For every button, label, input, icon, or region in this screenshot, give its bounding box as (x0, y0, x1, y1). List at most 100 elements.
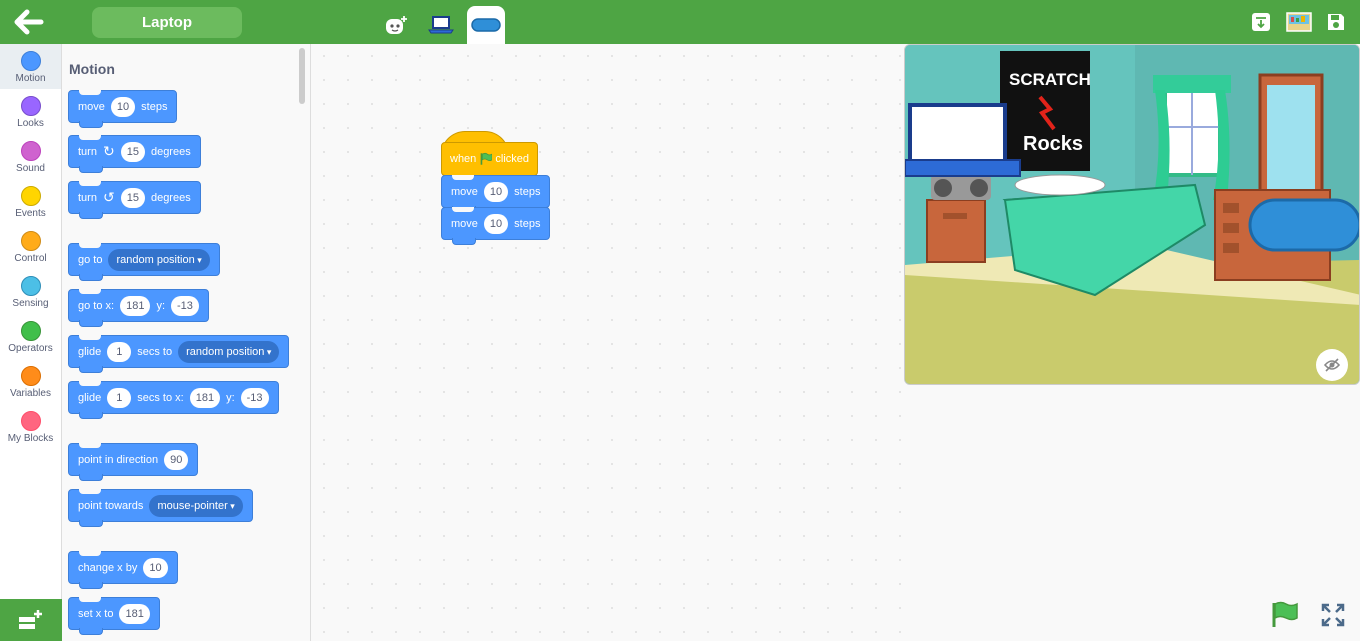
fullscreen-icon (1321, 603, 1345, 627)
laptop-icon (428, 16, 454, 34)
move-steps-block[interactable]: move 10 steps (441, 207, 551, 245)
glide-to-xy-block[interactable]: glide 1 secs to x: 181 y: -13 (68, 381, 279, 419)
green-flag-icon (1272, 601, 1298, 627)
block-text: secs to x: (137, 391, 184, 404)
block-text: point towards (78, 499, 144, 512)
x-input[interactable]: 181 (120, 295, 151, 316)
block-text: change x by (78, 561, 138, 574)
point-towards-block[interactable]: point towards mouse-pointer (68, 489, 253, 527)
turn-left-block[interactable]: turn ↺ 15 degrees (68, 181, 201, 219)
code-tab[interactable] (467, 6, 505, 44)
category-label: Sound (16, 163, 45, 174)
block-text: turn (78, 145, 97, 158)
move-steps-block[interactable]: move 10 steps (441, 175, 551, 213)
block-text: steps (514, 217, 541, 230)
steps-input[interactable]: 10 (110, 96, 136, 117)
sound-dot-icon (20, 141, 41, 161)
x-input[interactable]: 181 (119, 603, 150, 624)
category-label: Operators (8, 343, 53, 354)
category-motion[interactable]: Motion (0, 44, 61, 89)
stage-visibility-toggle[interactable] (1316, 349, 1348, 381)
category-variables[interactable]: Variables (0, 359, 61, 404)
block-text: go to x: (78, 299, 115, 312)
block-text: secs to (137, 345, 173, 358)
point-in-direction-block[interactable]: point in direction 90 (68, 443, 199, 481)
block-text: y: (226, 391, 235, 404)
category-my-blocks[interactable]: My Blocks (0, 404, 61, 449)
rotate-right-icon: ↻ (102, 143, 115, 159)
top-bar: Laptop (0, 0, 1360, 44)
costumes-tab[interactable] (377, 6, 415, 44)
set-x-block[interactable]: set x to 181 (68, 597, 160, 635)
turn-right-block[interactable]: turn ↻ 15 degrees (68, 135, 201, 173)
category-menu: Motion Looks Sound Events Control Sensin… (0, 44, 62, 599)
target-dropdown[interactable]: random position (108, 248, 210, 271)
when-flag-clicked-block[interactable]: when clicked (441, 142, 538, 176)
stage[interactable]: SCRATCH Rocks (904, 44, 1360, 385)
category-label: Sensing (12, 298, 49, 309)
code-workspace[interactable] (312, 44, 904, 641)
operators-dot-icon (20, 321, 41, 341)
palette-scrollbar[interactable] (299, 48, 305, 104)
backdrop-icon[interactable] (1286, 11, 1312, 33)
category-label: Looks (17, 118, 44, 129)
svg-text:Rocks: Rocks (1023, 133, 1083, 155)
category-sensing[interactable]: Sensing (0, 269, 61, 314)
costume-icon (386, 16, 407, 34)
bedroom-backdrop: SCRATCH Rocks (905, 45, 1359, 384)
block-palette: Motion move 10 steps turn ↻ 15 degrees t… (62, 44, 311, 641)
control-dot-icon (20, 231, 41, 251)
category-operators[interactable]: Operators (0, 314, 61, 359)
block-text: glide (78, 345, 102, 358)
add-extension-button[interactable] (0, 599, 62, 641)
green-flag-icon (480, 152, 493, 165)
rotate-left-icon: ↺ (102, 189, 115, 205)
add-extension-icon (19, 610, 42, 629)
x-input[interactable]: 10 (143, 557, 168, 578)
y-input[interactable]: -13 (240, 387, 269, 408)
events-dot-icon (20, 186, 41, 206)
glide-to-block[interactable]: glide 1 secs to random position (68, 335, 290, 373)
block-text: move (78, 100, 105, 113)
change-x-block[interactable]: change x by 10 (68, 551, 178, 589)
steps-input[interactable]: 10 (483, 213, 509, 234)
block-text: point in direction (78, 453, 159, 466)
category-label: Motion (15, 73, 46, 84)
secs-input[interactable]: 1 (107, 341, 132, 362)
category-events[interactable]: Events (0, 179, 61, 224)
category-control[interactable]: Control (0, 224, 61, 269)
green-flag-run-button[interactable] (1270, 601, 1300, 629)
block-text: glide (78, 391, 102, 404)
move-steps-block[interactable]: move 10 steps (68, 90, 178, 128)
save-icon[interactable] (1325, 11, 1347, 33)
go-to-xy-block[interactable]: go to x: 181 y: -13 (68, 289, 209, 327)
sprite-name-field[interactable]: Laptop (92, 7, 242, 38)
palette-title: Motion (69, 61, 115, 77)
fullscreen-button[interactable] (1320, 602, 1346, 628)
sensing-dot-icon (20, 276, 41, 296)
category-looks[interactable]: Looks (0, 89, 61, 134)
block-text: move (451, 217, 478, 230)
category-label: Variables (10, 388, 51, 399)
block-text: steps (141, 100, 168, 113)
direction-input[interactable]: 90 (164, 449, 189, 470)
go-to-block[interactable]: go to random position (68, 243, 220, 281)
target-dropdown[interactable]: mouse-pointer (149, 494, 243, 517)
category-label: My Blocks (7, 433, 54, 444)
category-sound[interactable]: Sound (0, 134, 61, 179)
block-text: steps (514, 185, 541, 198)
back-arrow-icon[interactable] (14, 9, 44, 35)
download-icon[interactable] (1250, 11, 1272, 33)
motion-dot-icon (20, 51, 41, 71)
looks-dot-icon (20, 96, 41, 116)
steps-input[interactable]: 10 (483, 181, 509, 202)
category-label: Events (15, 208, 46, 219)
category-label: Control (14, 253, 47, 264)
degrees-input[interactable]: 15 (120, 187, 145, 208)
laptop-sprite-tab[interactable] (422, 6, 460, 44)
y-input[interactable]: -13 (171, 295, 199, 316)
degrees-input[interactable]: 15 (120, 141, 145, 162)
target-dropdown[interactable]: random position (178, 340, 280, 363)
x-input[interactable]: 181 (189, 387, 221, 408)
secs-input[interactable]: 1 (107, 387, 132, 408)
